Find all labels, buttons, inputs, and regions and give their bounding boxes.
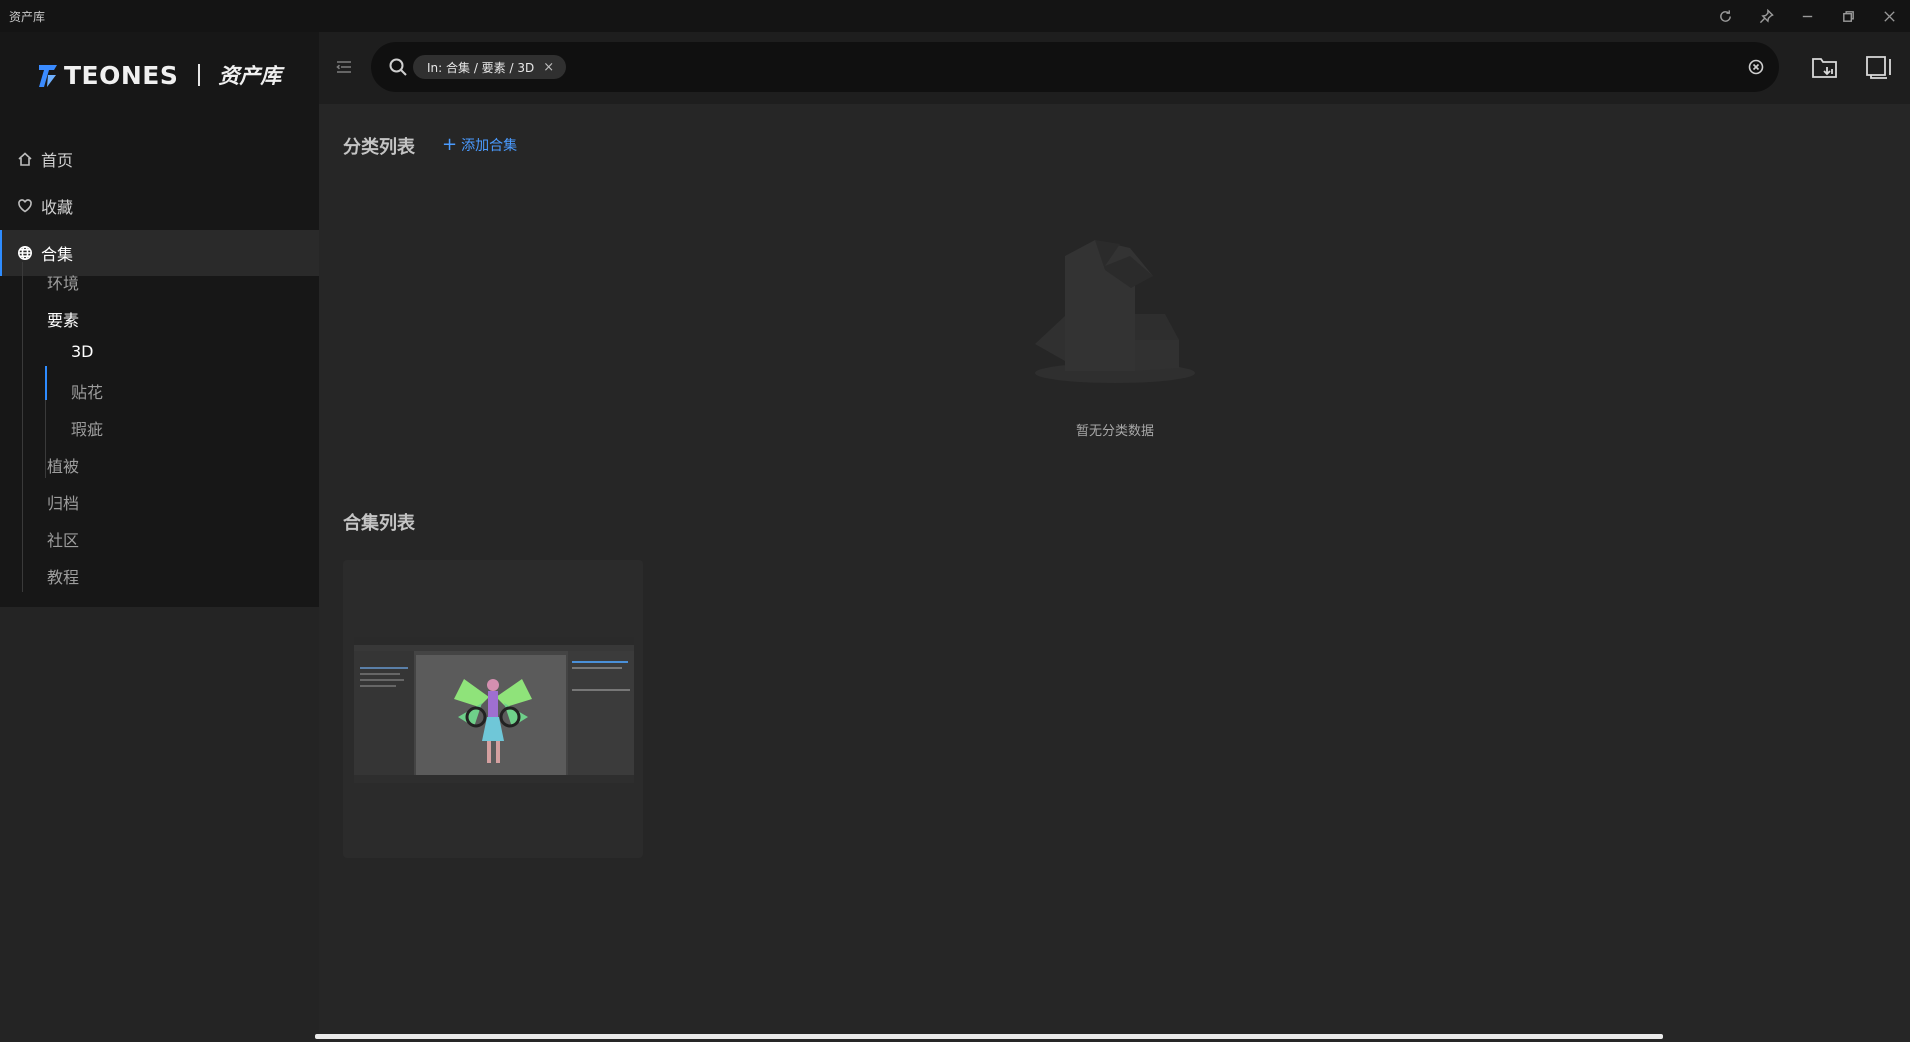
empty-box-illustration — [1035, 240, 1195, 383]
sidebar-nav-panel: TEONES 资产库 首页 收藏 合集 环境 要素 3D 贴花 瑕疵 植被 归档… — [0, 32, 319, 607]
tree-guide-line — [22, 262, 23, 592]
panel-layout-icon — [1866, 56, 1891, 79]
restore-button[interactable] — [1828, 0, 1869, 32]
logo-brand: TEONES — [64, 60, 179, 90]
tree-selection-indicator — [45, 366, 47, 400]
tree-item-community[interactable]: 社区 — [47, 527, 79, 551]
tree-item-decals[interactable]: 贴花 — [71, 379, 103, 403]
tree-item-imperfections[interactable]: 瑕疵 — [71, 416, 103, 440]
sidebar-toggle-button[interactable] — [335, 58, 355, 78]
tree-item-tutorials[interactable]: 教程 — [47, 564, 79, 588]
add-collection-button[interactable]: + 添加合集 — [442, 135, 517, 155]
minimize-button[interactable] — [1787, 0, 1828, 32]
search-bar: In: 合集 / 要素 / 3D × — [371, 42, 1779, 92]
tree-item-vegetation[interactable]: 植被 — [47, 453, 79, 477]
minimize-icon — [1802, 15, 1813, 17]
tree-item-archive[interactable]: 归档 — [47, 490, 79, 514]
clear-circle-icon — [1748, 59, 1764, 75]
window-title: 资产库 — [9, 10, 46, 24]
collection-list-title: 合集列表 — [343, 513, 415, 534]
folder-import-icon — [1812, 58, 1837, 78]
tree-item-elements[interactable]: 要素 — [47, 307, 79, 331]
nav-item-home[interactable]: 首页 — [0, 136, 319, 182]
refresh-icon — [1720, 9, 1731, 22]
nav-item-label: 首页 — [41, 151, 74, 170]
pin-icon — [1759, 8, 1774, 23]
tag-close-icon[interactable]: × — [543, 60, 554, 75]
add-collection-label: 添加合集 — [461, 138, 518, 154]
close-button[interactable] — [1869, 0, 1910, 32]
search-clear-button[interactable] — [1747, 58, 1765, 76]
teones-logo-icon — [39, 65, 57, 87]
empty-state-text: 暂无分类数据 — [1075, 424, 1154, 439]
main-content: 分类列表 + 添加合集 暂无分类数据 合集列表 — [319, 104, 1910, 1034]
collection-card[interactable] — [343, 560, 643, 858]
import-folder-button[interactable] — [1810, 52, 1840, 82]
heart-icon — [17, 198, 33, 214]
plus-icon: + — [442, 134, 458, 155]
home-icon — [17, 151, 33, 167]
sidebar: TEONES 资产库 首页 收藏 合集 环境 要素 3D 贴花 瑕疵 植被 归档… — [0, 32, 319, 1042]
search-icon — [388, 57, 408, 77]
logo-separator — [198, 64, 201, 86]
thumbnail-image — [354, 637, 634, 783]
app-logo[interactable]: TEONES 资产库 — [36, 50, 281, 100]
search-scope-tag[interactable]: In: 合集 / 要素 / 3D × — [413, 55, 567, 79]
nav-item-label: 合集 — [41, 245, 74, 264]
category-list-title: 分类列表 — [343, 137, 415, 158]
tree-item-environment[interactable]: 环境 — [47, 270, 79, 294]
globe-icon — [17, 245, 33, 261]
window-controls — [1705, 0, 1910, 32]
pin-button[interactable] — [1746, 0, 1787, 32]
search-scope-tag-label: In: 合集 / 要素 / 3D — [427, 60, 535, 75]
horizontal-scrollbar[interactable] — [315, 1034, 1663, 1039]
layout-toggle-button[interactable] — [1863, 52, 1893, 82]
nav-item-favorites[interactable]: 收藏 — [0, 183, 319, 229]
logo-app-name: 资产库 — [218, 64, 282, 88]
refresh-button[interactable] — [1705, 0, 1746, 32]
top-header: In: 合集 / 要素 / 3D × — [319, 32, 1910, 104]
menu-collapse-icon — [336, 61, 351, 73]
tree-item-3d[interactable]: 3D — [71, 342, 94, 361]
close-icon — [1884, 10, 1895, 22]
title-bar: 资产库 — [0, 0, 1910, 32]
restore-icon — [1843, 10, 1854, 22]
search-input[interactable] — [731, 54, 1685, 82]
nav-item-label: 收藏 — [41, 198, 74, 217]
collection-thumbnail — [354, 637, 634, 783]
